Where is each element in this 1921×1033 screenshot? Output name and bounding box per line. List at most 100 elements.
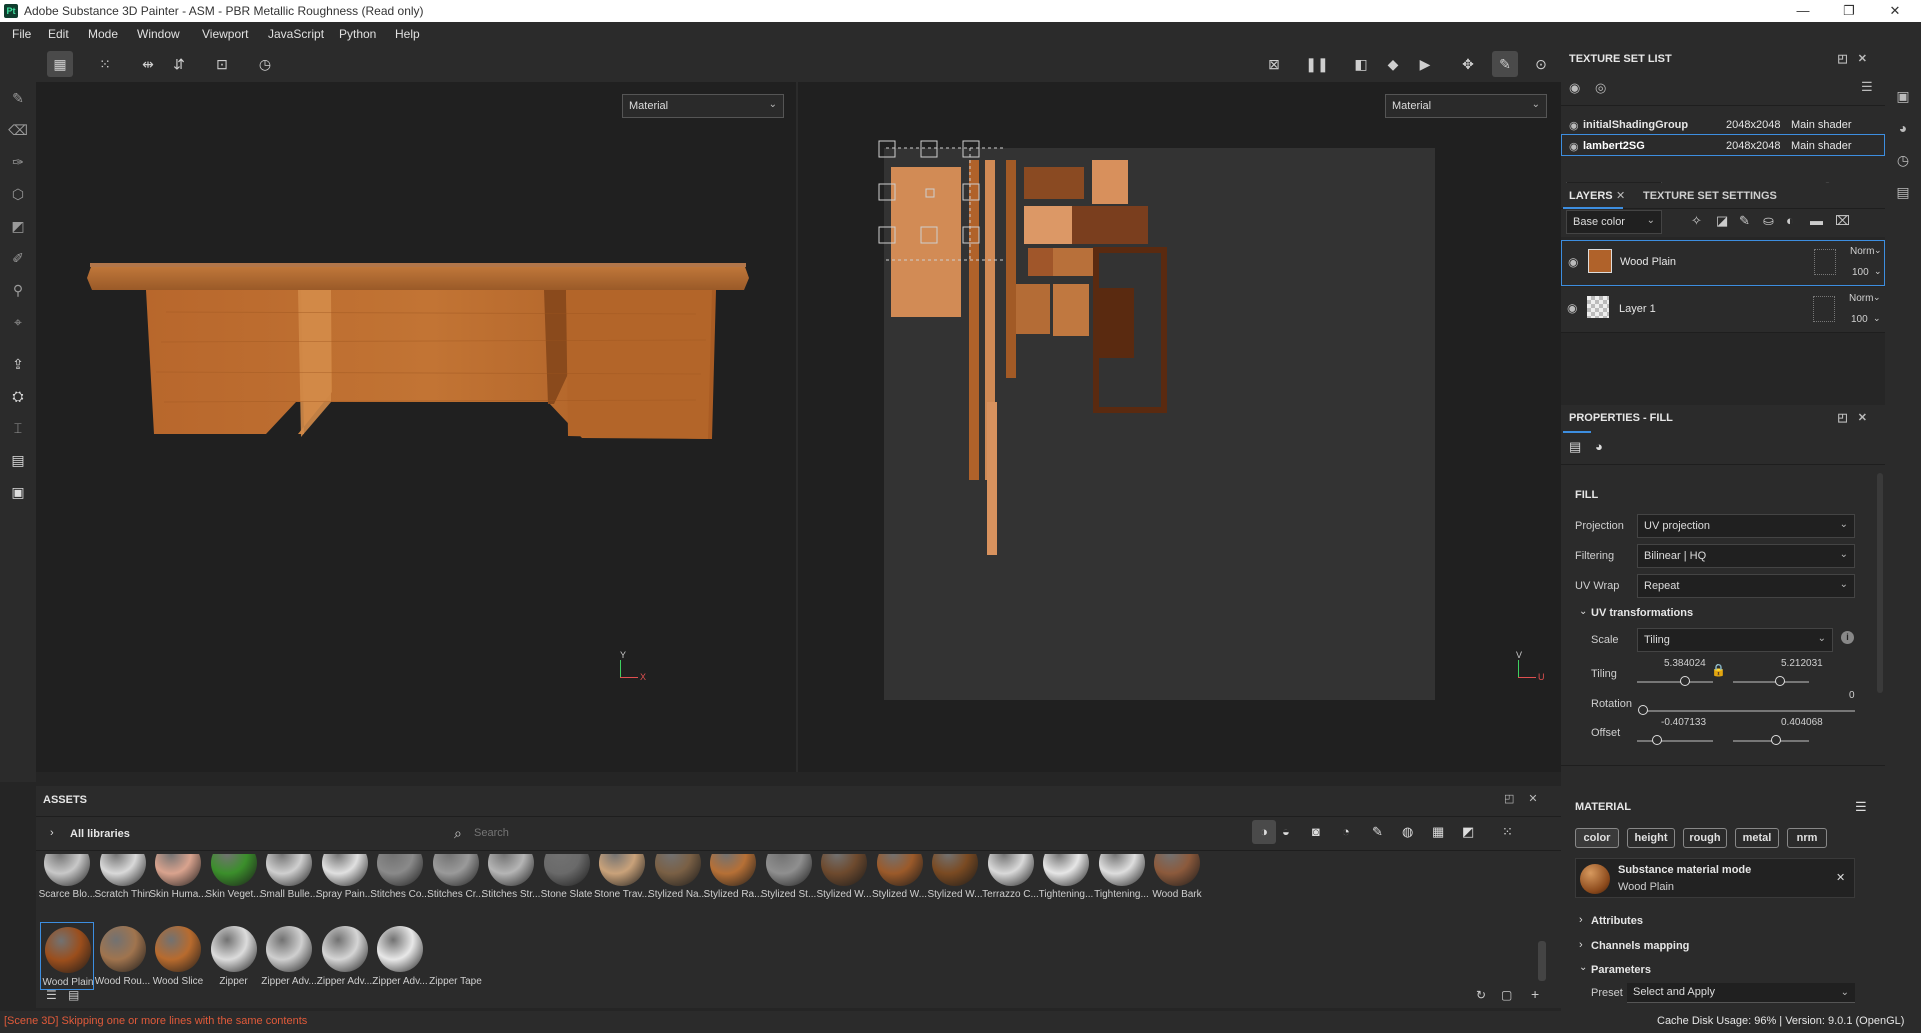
- menu-icon[interactable]: ☰: [1855, 799, 1867, 815]
- add-icon[interactable]: +: [1531, 986, 1539, 1002]
- split-view-icon[interactable]: ◧: [1348, 51, 1374, 77]
- asset-item[interactable]: Stylized Na...: [648, 854, 707, 918]
- uv-transformations-section[interactable]: UV transformations: [1591, 607, 1693, 619]
- paint-bucket-icon[interactable]: ✥: [1455, 51, 1481, 77]
- tiling-v-value[interactable]: 5.212031: [1781, 658, 1823, 669]
- menu-mode[interactable]: Mode: [88, 27, 118, 41]
- layer-row[interactable]: ◉ Layer 1 Norm ⌄ 100 ⌄: [1561, 287, 1885, 333]
- rotation-value[interactable]: 0: [1849, 690, 1855, 701]
- brush-icon[interactable]: ✎: [1492, 51, 1518, 77]
- asset-item[interactable]: Stitches Co...: [370, 854, 430, 918]
- bake-icon[interactable]: ⛭: [8, 386, 28, 406]
- viewport-2d[interactable]: Material ⌄ V U: [798, 82, 1561, 772]
- menu-help[interactable]: Help: [395, 27, 420, 41]
- effects-icon[interactable]: ✧: [1691, 213, 1702, 229]
- material-filter-icon[interactable]: ◑: [1252, 820, 1276, 844]
- camera-icon[interactable]: ▶: [1412, 51, 1438, 77]
- frame-icon[interactable]: ⊡: [209, 51, 235, 77]
- delete-layer-icon[interactable]: ⌧: [1835, 213, 1850, 229]
- symmetry-x-icon[interactable]: ⇹: [135, 51, 161, 77]
- menu-edit[interactable]: Edit: [48, 27, 69, 41]
- log-icon[interactable]: ▤: [1893, 182, 1913, 202]
- layer-blend-mode[interactable]: Norm: [1850, 246, 1874, 257]
- hide-icon[interactable]: ⊠: [1261, 51, 1287, 77]
- attributes-section[interactable]: Attributes: [1591, 915, 1643, 927]
- search-input[interactable]: [474, 822, 1274, 844]
- chevron-down-icon[interactable]: ⌄: [1579, 606, 1587, 617]
- display-settings-icon[interactable]: ▣: [1893, 86, 1913, 106]
- chevron-right-icon[interactable]: ›: [1579, 914, 1583, 926]
- asset-item[interactable]: Tightening...: [1094, 854, 1149, 918]
- info-icon[interactable]: i: [1841, 631, 1854, 644]
- visibility-all-icon[interactable]: ◉: [1569, 80, 1580, 96]
- asset-item[interactable]: Small Bulle...: [260, 854, 318, 918]
- menu-icon[interactable]: ☰: [1861, 79, 1873, 95]
- asset-item[interactable]: Zipper Adv...: [317, 922, 372, 990]
- generator-filter-icon[interactable]: ◔: [1342, 824, 1350, 839]
- grid-view-icon[interactable]: ⁙: [1502, 824, 1513, 840]
- chevron-down-icon[interactable]: ⌄: [1579, 962, 1587, 973]
- offset-v-value[interactable]: 0.404068: [1781, 717, 1823, 728]
- panel-controls[interactable]: ◰✕: [1837, 52, 1877, 65]
- close-icon[interactable]: ✕: [1836, 871, 1845, 884]
- projection-icon[interactable]: ✑: [8, 152, 28, 172]
- asset-item[interactable]: Stylized W...: [816, 854, 872, 918]
- asset-item[interactable]: Wood Bark: [1150, 854, 1204, 918]
- asset-item[interactable]: Scratch Thin: [95, 854, 150, 918]
- asset-item[interactable]: Skin Huma...: [149, 854, 207, 918]
- menu-window[interactable]: Window: [137, 27, 180, 41]
- menu-python[interactable]: Python: [339, 27, 376, 41]
- tiling-u-value[interactable]: 5.384024: [1664, 658, 1706, 669]
- texture-filter-icon[interactable]: ◍: [1402, 824, 1413, 840]
- layer-mask-slot[interactable]: [1813, 296, 1835, 322]
- asset-item[interactable]: Stone Trav...: [594, 854, 650, 918]
- layer-mask-slot[interactable]: [1814, 249, 1836, 275]
- channel-color-toggle[interactable]: color: [1575, 828, 1619, 848]
- measure-icon[interactable]: ⌶: [8, 418, 28, 438]
- status-message[interactable]: [Scene 3D] Skipping one or more lines wi…: [4, 1015, 307, 1027]
- screenshot-icon[interactable]: ⊙: [1528, 51, 1554, 77]
- grid-layout-icon[interactable]: ▦: [47, 51, 73, 77]
- fill-settings-icon[interactable]: ▤: [1569, 439, 1581, 455]
- offset-u-slider[interactable]: [1637, 740, 1713, 742]
- asset-item[interactable]: Terrazzo C...: [982, 854, 1039, 918]
- stamp-icon[interactable]: ⚲: [8, 280, 28, 300]
- rotation-slider[interactable]: [1641, 710, 1855, 712]
- smudge-icon[interactable]: ◩: [8, 216, 28, 236]
- channel-metal-toggle[interactable]: metal: [1735, 828, 1779, 848]
- substance-material-card[interactable]: Substance material mode Wood Plain ✕: [1575, 858, 1855, 898]
- scale-select[interactable]: Tiling ⌄: [1637, 628, 1833, 652]
- layer-opacity[interactable]: 100: [1852, 267, 1869, 278]
- polygon-fill-icon[interactable]: ⬡: [8, 184, 28, 204]
- chevron-down-icon[interactable]: ⌄: [1874, 245, 1882, 256]
- filtering-select[interactable]: Bilinear | HQ ⌄: [1637, 544, 1855, 568]
- offset-v-knob[interactable]: [1771, 735, 1781, 745]
- preset-select[interactable]: Select and Apply ⌄: [1627, 983, 1855, 1003]
- environment-filter-icon[interactable]: ◩: [1462, 824, 1474, 840]
- panel-controls[interactable]: ◰✕: [1504, 792, 1552, 805]
- eye-icon[interactable]: ◎: [1595, 80, 1606, 96]
- mask-filter-icon[interactable]: ◙: [1312, 824, 1320, 839]
- menu-file[interactable]: File: [12, 27, 31, 41]
- asset-item[interactable]: Stylized W...: [927, 854, 983, 918]
- asset-item[interactable]: Zipper: [207, 922, 261, 990]
- channel-rough-toggle[interactable]: rough: [1683, 828, 1727, 848]
- add-folder-icon[interactable]: ▬: [1810, 213, 1823, 228]
- picker-icon[interactable]: ⌖: [8, 312, 28, 332]
- eraser-icon[interactable]: ⌫: [8, 120, 28, 140]
- tiling-u-knob[interactable]: [1680, 676, 1690, 686]
- asset-item[interactable]: Wood Slice: [151, 922, 205, 990]
- document-icon[interactable]: ▤: [8, 450, 28, 470]
- rotation-knob[interactable]: [1638, 705, 1648, 715]
- shader-settings-icon[interactable]: ◕: [1893, 118, 1913, 138]
- eye-icon[interactable]: ◉: [1569, 140, 1579, 153]
- maximize-button[interactable]: ❐: [1826, 0, 1872, 22]
- add-paint-layer-icon[interactable]: ✎: [1739, 213, 1750, 229]
- minimize-button[interactable]: —: [1780, 0, 1826, 22]
- menu-javascript[interactable]: JavaScript: [268, 27, 324, 41]
- properties-scrollbar[interactable]: [1877, 473, 1883, 693]
- paint-icon[interactable]: ✎: [8, 88, 28, 108]
- asset-item[interactable]: Scarce Blo...: [39, 854, 95, 918]
- symmetry-y-icon[interactable]: ⇵: [166, 51, 192, 77]
- alpha-filter-icon[interactable]: ▦: [1432, 824, 1444, 840]
